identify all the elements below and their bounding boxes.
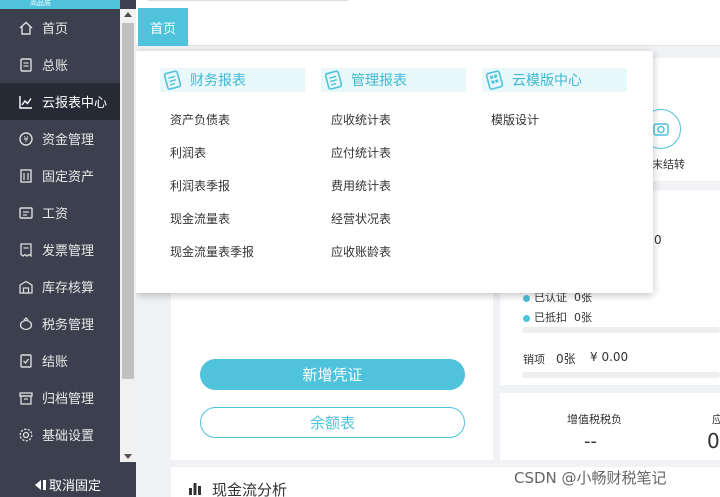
sidebar-item-label: 归档管理 — [42, 392, 95, 407]
cashflow-icon — [188, 481, 202, 497]
sales-progress-bar — [522, 372, 720, 378]
top-header — [136, 0, 720, 8]
sidebar-item-settings[interactable]: 基础设置 — [0, 416, 120, 453]
sales-count: 0张 — [556, 352, 576, 366]
sidebar-item-inventory[interactable]: 库存核算 — [0, 268, 120, 305]
svg-text:¥: ¥ — [23, 135, 28, 144]
settings-icon — [18, 427, 34, 443]
manage-report-header: 管理报表 — [321, 68, 466, 92]
scroll-up-arrow-icon[interactable] — [124, 12, 132, 17]
sidebar: 高品质 首页 总账 云报表中心 ¥ 资金管理 固定资产 工资 发票管理 库存核算… — [0, 0, 136, 497]
warehouse-icon — [18, 279, 34, 295]
link-payable-stats[interactable]: 应付统计表 — [331, 144, 391, 161]
report-icon — [163, 70, 182, 90]
link-operation-status[interactable]: 经营状况表 — [331, 210, 391, 227]
sidebar-item-salary[interactable]: 工资 — [0, 194, 120, 231]
sidebar-item-tax[interactable]: 税务管理 — [0, 305, 120, 342]
link-income-quarterly[interactable]: 利润表季报 — [170, 177, 230, 194]
sidebar-item-label: 首页 — [42, 22, 69, 37]
brand-text: 高品质 — [30, 0, 51, 7]
salary-icon — [18, 205, 34, 221]
finance-report-title: 财务报表 — [190, 73, 246, 89]
tax-icon — [18, 316, 34, 332]
tab-bar: 首页 — [136, 8, 720, 46]
balance-sheet-button[interactable]: 余额表 — [200, 407, 465, 438]
sidebar-item-label: 工资 — [42, 207, 69, 222]
right-partial-label: 应 — [712, 413, 720, 426]
sidebar-item-label: 云报表中心 — [42, 96, 108, 111]
template-icon — [485, 70, 504, 90]
link-expense-stats[interactable]: 费用统计表 — [331, 177, 391, 194]
watermark: CSDN @小畅财税笔记 — [514, 469, 667, 487]
asset-icon — [18, 168, 34, 184]
manage-report-icon — [324, 70, 343, 90]
vat-burden-label: 增值税税负 — [567, 413, 622, 426]
sales-amount: ¥ 0.00 — [590, 350, 629, 364]
sidebar-item-ledger[interactable]: 总账 — [0, 46, 120, 83]
vat-burden-value: -- — [584, 431, 597, 452]
sidebar-item-label: 发票管理 — [42, 244, 95, 259]
link-cashflow-statement[interactable]: 现金流量表 — [170, 210, 230, 227]
tab-home[interactable]: 首页 — [138, 8, 188, 46]
template-center-title: 云模版中心 — [512, 73, 582, 89]
unpin-button[interactable]: 取消固定 — [0, 472, 136, 497]
brand-strip: 高品质 — [0, 0, 120, 9]
manage-report-title: 管理报表 — [351, 73, 407, 89]
closing-icon — [18, 353, 34, 369]
tax-progress-bar — [522, 327, 720, 333]
right-partial-value: 0 — [707, 429, 720, 453]
sidebar-scrollbar[interactable] — [120, 9, 136, 462]
link-cashflow-quarterly[interactable]: 现金流量表季报 — [170, 243, 254, 260]
closing-label: 末结转 — [652, 158, 685, 171]
template-center-header: 云模版中心 — [482, 68, 627, 92]
finance-report-header: 财务报表 — [160, 68, 305, 92]
sales-label: 销项 — [523, 353, 545, 366]
sidebar-item-label: 总账 — [42, 59, 69, 74]
sidebar-item-fixed-assets[interactable]: 固定资产 — [0, 157, 120, 194]
link-receivable-stats[interactable]: 应收统计表 — [331, 111, 391, 128]
report-center-dropdown: 财务报表 管理报表 云模版中心 资产负债表 利润表 利润表季报 现金流量表 现金… — [136, 51, 653, 293]
sidebar-item-label: 固定资产 — [42, 170, 95, 185]
collapse-arrow-icon — [34, 479, 41, 490]
unpin-label: 取消固定 — [48, 479, 101, 494]
sidebar-item-label: 基础设置 — [42, 429, 95, 444]
scroll-down-arrow-icon[interactable] — [124, 454, 132, 459]
sidebar-item-archive[interactable]: 归档管理 — [0, 379, 120, 416]
invoice-icon — [18, 242, 34, 258]
deducted-count: 0张 — [574, 311, 592, 324]
sidebar-item-funds[interactable]: ¥ 资金管理 — [0, 120, 120, 157]
deducted-label: 已抵扣 — [534, 311, 567, 324]
home-icon — [18, 20, 34, 36]
sidebar-item-invoice[interactable]: 发票管理 — [0, 231, 120, 268]
link-balance-sheet[interactable]: 资产负债表 — [170, 111, 230, 128]
archive-icon — [18, 390, 34, 406]
ledger-icon — [18, 57, 34, 73]
link-template-design[interactable]: 模版设计 — [491, 111, 539, 128]
sidebar-item-label: 资金管理 — [42, 133, 95, 148]
chart-icon — [18, 94, 34, 110]
sidebar-item-closing[interactable]: 结账 — [0, 342, 120, 379]
new-voucher-button[interactable]: 新增凭证 — [200, 359, 465, 390]
sidebar-item-label: 库存核算 — [42, 281, 95, 296]
sidebar-item-report-center[interactable]: 云报表中心 — [0, 83, 120, 120]
link-receivable-aging[interactable]: 应收账龄表 — [331, 243, 391, 260]
scroll-thumb[interactable] — [122, 23, 134, 379]
sidebar-item-home[interactable]: 首页 — [0, 9, 120, 46]
cashflow-title: 现金流分析 — [212, 481, 288, 497]
zero-value: 0 — [654, 233, 662, 247]
money-icon: ¥ — [18, 131, 34, 147]
sidebar-item-label: 结账 — [42, 355, 69, 370]
sidebar-item-label: 税务管理 — [42, 318, 95, 333]
deducted-row: 已抵扣 0张 — [523, 309, 592, 325]
link-income-statement[interactable]: 利润表 — [170, 144, 206, 161]
collapse-bar-icon — [42, 479, 46, 490]
